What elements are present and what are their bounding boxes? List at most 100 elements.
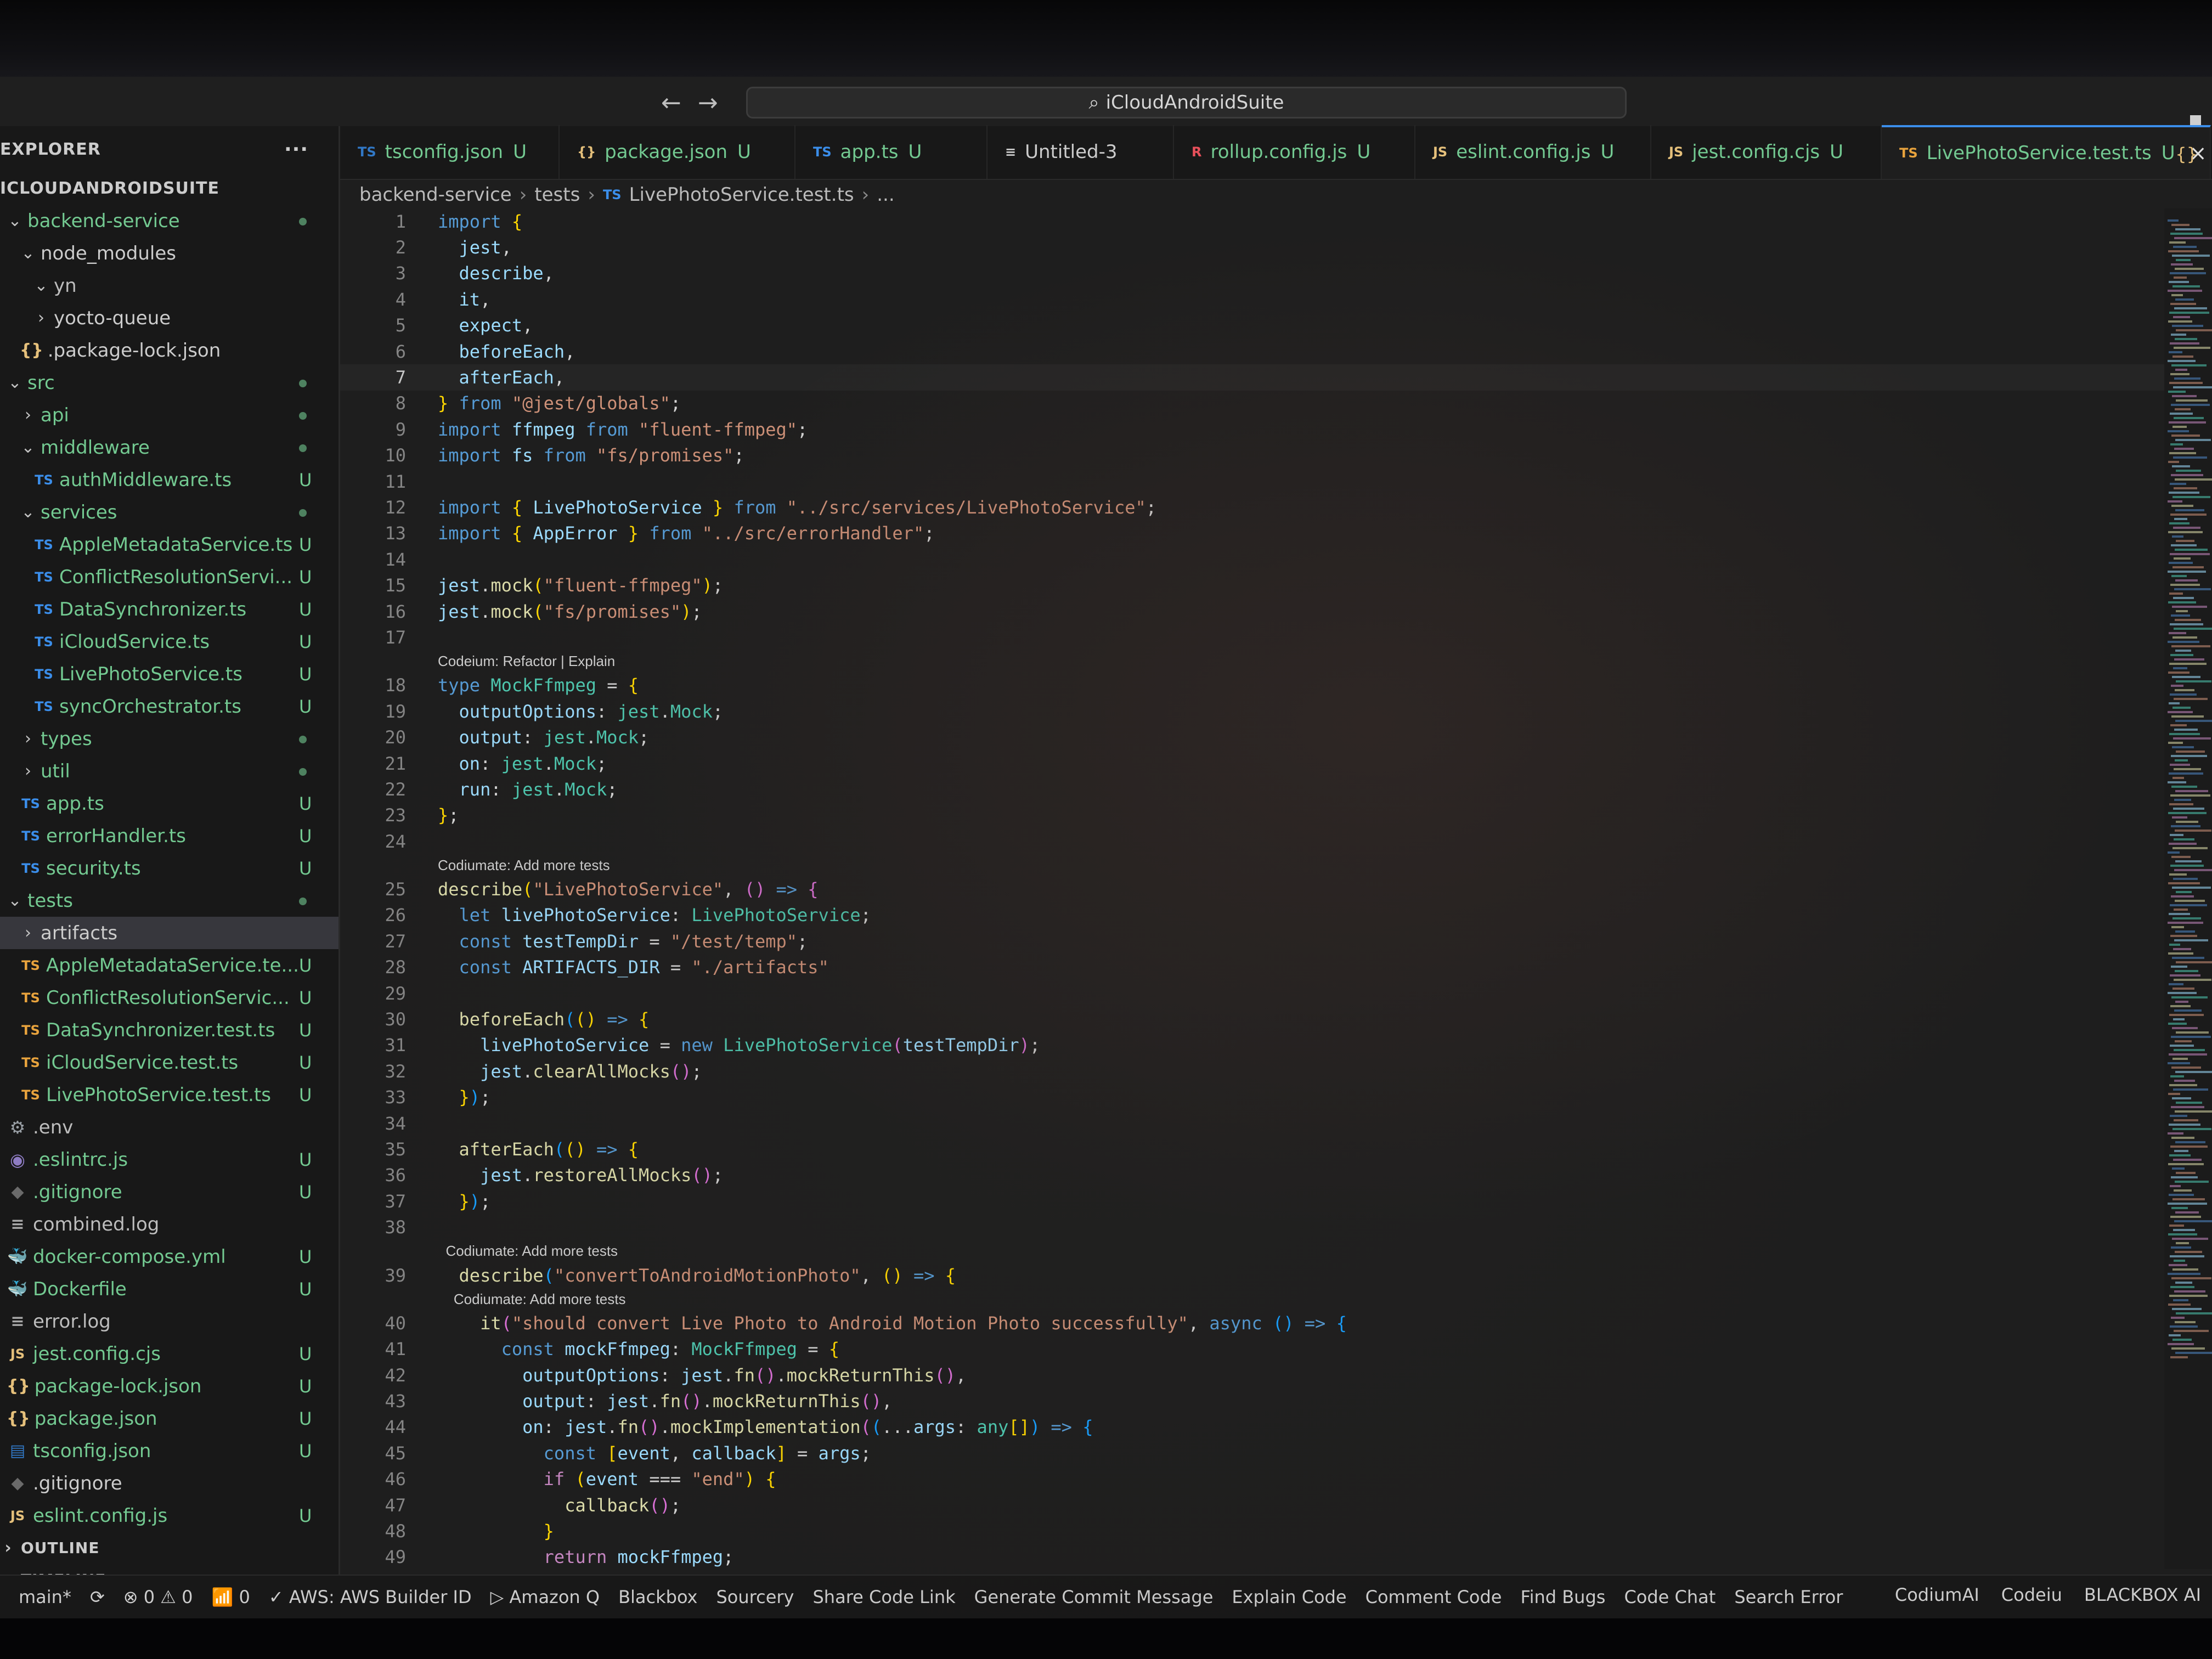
tree-file[interactable]: TS LivePhotoService.ts U [0, 658, 338, 690]
status-codiumai[interactable]: CodiumAI [1895, 1584, 1979, 1605]
tree-folder[interactable]: ⌄ middleware [0, 431, 338, 464]
tree-file[interactable]: TS errorHandler.ts U [0, 820, 338, 852]
more-actions-icon[interactable]: ··· [284, 138, 308, 161]
code-text: jest.restoreAllMocks(); [480, 1165, 724, 1186]
tree-item-label: ConflictResolutionServic... [46, 986, 290, 1009]
tree-file[interactable]: 🐳 Dockerfile U [0, 1273, 338, 1305]
minimap[interactable] [2164, 208, 2212, 1569]
status-codeium[interactable]: Codeiu [2001, 1584, 2062, 1605]
breadcrumb-symbol[interactable]: ... [877, 184, 894, 206]
tree-file[interactable]: TS security.ts U [0, 852, 338, 884]
tree-folder[interactable]: › types [0, 723, 338, 755]
breadcrumb-file[interactable]: LivePhotoService.test.ts [629, 184, 854, 206]
tree-file[interactable]: {} package.json U [0, 1402, 338, 1435]
tree-folder[interactable]: ⌄ src [0, 366, 338, 399]
tree-file[interactable]: TS DataSynchronizer.ts U [0, 593, 338, 625]
line-number: 24 [385, 831, 406, 852]
command-center[interactable]: ⌕ iCloudAndroidSuite [746, 87, 1627, 119]
status-ports[interactable]: 📶 0 [212, 1587, 250, 1607]
tree-file[interactable]: JS jest.config.cjs U [0, 1338, 338, 1370]
breadcrumb-item[interactable]: backend-service [359, 184, 512, 206]
editor-tab[interactable]: {} package.json U [560, 125, 795, 179]
line-number: 19 [385, 701, 406, 722]
tree-file[interactable]: ▤ tsconfig.json U [0, 1435, 338, 1467]
codelens[interactable]: Codiumate: Add more tests [340, 1240, 2167, 1262]
editor-tab[interactable]: ≡ Untitled-3 [988, 125, 1174, 179]
status-aws[interactable]: ✓ AWS: AWS Builder ID [269, 1587, 472, 1607]
tree-file[interactable]: ≡ error.log [0, 1305, 338, 1338]
tree-file[interactable]: ≡ combined.log [0, 1208, 338, 1240]
tree-file[interactable]: TS iCloudService.ts U [0, 625, 338, 658]
code-text: livePhotoService = new LivePhotoService(… [480, 1035, 1041, 1056]
status-comment[interactable]: Comment Code [1365, 1587, 1502, 1607]
status-sync[interactable]: ⟳ [90, 1587, 105, 1607]
tree-file[interactable]: JS eslint.config.js U [0, 1499, 338, 1532]
tree-file[interactable]: {} .package-lock.json [0, 334, 338, 366]
status-commit[interactable]: Generate Commit Message [974, 1587, 1214, 1607]
codelens[interactable]: Codeium: Refactor | Explain [340, 651, 2167, 673]
tree-file[interactable]: {} package-lock.json U [0, 1370, 338, 1402]
breadcrumb-item[interactable]: tests [534, 184, 580, 206]
tree-folder[interactable]: ⌄ tests [0, 884, 338, 917]
tree-file[interactable]: TS iCloudService.test.ts U [0, 1046, 338, 1079]
tree-file[interactable]: TS authMiddleware.ts U [0, 464, 338, 496]
codelens[interactable]: Codiumate: Add more tests [340, 1288, 2167, 1310]
git-changes-dot [299, 218, 307, 225]
tree-folder[interactable]: › api [0, 399, 338, 431]
workspace-root[interactable]: ICLOUDANDROIDSUITE [0, 172, 338, 205]
status-chat[interactable]: Code Chat [1624, 1587, 1716, 1607]
status-blackbox[interactable]: Blackbox [618, 1587, 697, 1607]
minimap-line [2171, 263, 2193, 266]
status-explain[interactable]: Explain Code [1232, 1587, 1346, 1607]
code-line: 48 } [340, 1518, 2167, 1544]
tree-file[interactable]: TS ConflictResolutionServi... U [0, 561, 338, 593]
tree-file[interactable]: ◆ .gitignore [0, 1467, 338, 1499]
tree-file[interactable]: TS syncOrchestrator.ts U [0, 690, 338, 723]
minimap-line [2174, 557, 2191, 560]
tree-file[interactable]: TS AppleMetadataService.te... U [0, 949, 338, 981]
tree-folder[interactable]: › util [0, 755, 338, 787]
minimap-line [2169, 1334, 2181, 1336]
status-problems[interactable]: ⊗ 0 ⚠ 0 [123, 1587, 193, 1607]
status-amazonq[interactable]: ▷ Amazon Q [490, 1587, 600, 1607]
tree-file[interactable]: TS app.ts U [0, 787, 338, 820]
tree-folder[interactable]: ⌄ yn [0, 269, 338, 302]
editor-tab[interactable]: JS eslint.config.js U [1415, 125, 1651, 179]
typescript-file-icon: TS [21, 828, 40, 844]
tree-file[interactable]: TS AppleMetadataService.ts U [0, 528, 338, 561]
tree-folder[interactable]: › yocto-queue [0, 302, 338, 334]
tree-folder[interactable]: ⌄ services [0, 496, 338, 528]
minimap-line [2176, 610, 2188, 612]
outline-section[interactable]: › OUTLINE [0, 1532, 338, 1564]
status-share[interactable]: Share Code Link [812, 1587, 955, 1607]
tree-folder[interactable]: › artifacts [0, 917, 338, 949]
editor-tab[interactable]: TS LivePhotoService.test.ts U × [1882, 125, 2211, 179]
tree-file[interactable]: ⚙ .env [0, 1111, 338, 1143]
back-arrow-icon[interactable]: ← [661, 89, 681, 117]
code-editor[interactable]: 1 import {2 jest, 3 describe, 4 it, 5 expect… [340, 208, 2167, 1569]
editor-tab[interactable]: JS jest.config.cjs U [1651, 125, 1882, 179]
editor-tab[interactable]: TS tsconfig.json U [340, 125, 560, 179]
status-search[interactable]: Search Error [1734, 1587, 1843, 1607]
minimap-line [2171, 404, 2210, 406]
tree-file[interactable]: TS DataSynchronizer.test.ts U [0, 1014, 338, 1046]
tree-folder[interactable]: ⌄ node_modules [0, 237, 338, 269]
status-branch[interactable]: main* [19, 1587, 71, 1607]
tree-file[interactable]: ◆ .gitignore U [0, 1176, 338, 1208]
tree-file[interactable]: TS ConflictResolutionServic... U [0, 981, 338, 1014]
tree-file[interactable]: TS LivePhotoService.test.ts U [0, 1079, 338, 1111]
tree-file[interactable]: 🐳 docker-compose.yml U [0, 1240, 338, 1273]
minimap-line [2168, 812, 2207, 814]
tree-file[interactable]: ◉ .eslintrc.js U [0, 1143, 338, 1176]
codelens[interactable]: Codiumate: Add more tests [340, 854, 2167, 876]
status-blackboxai[interactable]: BLACKBOX AI [2084, 1584, 2201, 1605]
minimap-line [2170, 623, 2203, 625]
editor-tab[interactable]: TS app.ts U [795, 125, 988, 179]
chevron-right-icon: › [38, 308, 44, 328]
status-sourcery[interactable]: Sourcery [716, 1587, 794, 1607]
editor-tab[interactable]: Rrollup.config.js U [1174, 125, 1415, 179]
forward-arrow-icon[interactable]: → [698, 89, 718, 117]
status-bugs[interactable]: Find Bugs [1520, 1587, 1605, 1607]
tree-folder[interactable]: ⌄ backend-service [0, 205, 338, 237]
split-editor-icon[interactable]: {} [2175, 144, 2198, 165]
